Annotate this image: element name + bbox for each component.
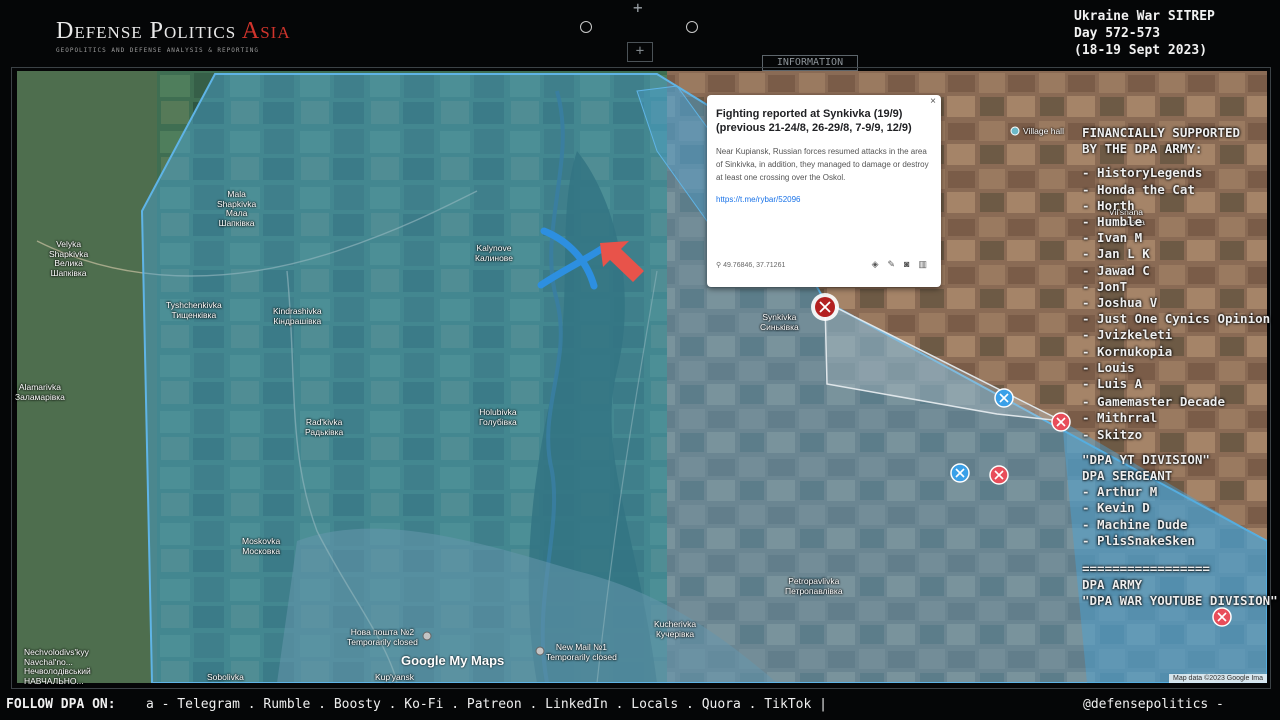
paint-bucket-icon[interactable]: ◈ xyxy=(872,259,879,270)
supporter-name: - Joshua V xyxy=(1082,295,1158,311)
sitrep-line: Day 572-573 xyxy=(1074,26,1161,41)
footer-follow-label: FOLLOW DPA ON: xyxy=(6,697,116,712)
supporter-name: - HistoryLegends xyxy=(1082,165,1203,181)
supporters-divider: ================= xyxy=(1082,561,1210,577)
popup-toolbar: ◈ ✎ ◙ ▥ xyxy=(872,259,927,270)
footer-bar: FOLLOW DPA ON: a - Telegram . Rumble . B… xyxy=(0,690,1280,720)
clash-marker-blue-icon[interactable] xyxy=(950,463,970,483)
place-label: Synkivka Синьківка xyxy=(760,312,799,332)
yt-division-heading: "DPA YT DIVISION" xyxy=(1082,451,1210,467)
brand-accent-text: Asia xyxy=(241,18,291,44)
supporter-name: - Humble xyxy=(1082,214,1143,230)
map-svg xyxy=(17,71,1267,683)
supporter-name: - Just One Cynics Opinion xyxy=(1082,311,1271,327)
supporters-heading: FINANCIALLY SUPPORTED xyxy=(1082,125,1241,140)
place-label: Kuchеrivka Кучерівка xyxy=(654,619,697,639)
brand-main-text: Defense Politics xyxy=(56,18,237,44)
map-attribution: Map data ©2023 Google Ima xyxy=(1169,674,1267,683)
sitrep-line: Ukraine War SITREP xyxy=(1074,9,1215,24)
coordinates-text: 49.76846, 37.71261 xyxy=(723,262,786,269)
brand-logo: Defense Politics Asia GEOPOLITICS AND DE… xyxy=(56,18,291,54)
clash-marker-blue-icon[interactable] xyxy=(994,388,1014,408)
supporter-name: - Gamemaster Decade xyxy=(1082,394,1225,410)
supporter-name: - Skitzo xyxy=(1082,426,1143,442)
popup-close-button[interactable]: × xyxy=(930,96,936,107)
war-youtube-division-heading: "DPA WAR YOUTUBE DIVISION" xyxy=(1082,593,1278,609)
poi-pin-icon[interactable] xyxy=(535,646,545,656)
place-label: Nechvolodivs'kyy Navchal'no... Нечволодівс… xyxy=(24,647,91,686)
hud-plus-box-icon: + xyxy=(627,42,653,62)
place-label: Kalynove Калинове xyxy=(475,243,513,263)
supporter-name: - Machine Dude xyxy=(1082,516,1188,532)
google-my-maps-logo: Google My Maps xyxy=(401,653,505,668)
place-label: Alamarivka Заламарівка xyxy=(15,382,65,402)
place-label: Petropavlivka Петропавлівка xyxy=(785,576,843,596)
place-label: Rad'kivka Радьківка xyxy=(305,417,344,437)
place-label: Kindrashivka Кіндрашівка xyxy=(273,306,322,326)
place-label: Tyshchenkivka Тищенківка xyxy=(166,300,222,320)
supporters-list: FINANCIALLY SUPPORTED BY THE DPA ARMY: -… xyxy=(1082,125,1280,665)
supporter-name: - Kornukopia xyxy=(1082,343,1173,359)
popup-title: Fighting reported at Synkivka (19/9) (pr… xyxy=(716,108,912,134)
poi-label: Village hall xyxy=(1023,126,1064,136)
place-label: Moskovka Московка xyxy=(242,536,281,556)
brand-tagline: GEOPOLITICS AND DEFENSE ANALYSIS & REPOR… xyxy=(56,47,259,54)
clash-marker-synkivka-selected-icon[interactable] xyxy=(811,293,839,321)
brand-name: Defense Politics Asia xyxy=(56,18,291,45)
sitrep-title: Ukraine War SITREP Day 572-573 (18-19 Se… xyxy=(1074,8,1234,59)
supporters-heading: BY THE DPA ARMY: xyxy=(1082,141,1203,157)
dpa-army-heading: DPA ARMY xyxy=(1082,577,1143,593)
feature-popup: × Fighting reported at Synkivka (19/9) (… xyxy=(707,95,941,287)
edit-pencil-icon[interactable]: ✎ xyxy=(888,259,896,270)
supporter-name: - Louis xyxy=(1082,359,1135,375)
clash-marker-red-icon[interactable] xyxy=(1051,412,1071,432)
village-hall-pin-icon[interactable] xyxy=(1010,126,1020,136)
place-label: Sobolivka xyxy=(207,672,244,682)
popup-footer: ⚲ 49.76846, 37.71261 ◈ ✎ ◙ ▥ xyxy=(716,259,927,273)
hud-circle-left-icon xyxy=(580,21,592,33)
poi-pin-icon[interactable] xyxy=(422,631,432,641)
supporter-name: - Luis A xyxy=(1082,376,1143,392)
supporter-name: - Arthur M xyxy=(1082,484,1158,500)
popup-coordinates: ⚲ 49.76846, 37.71261 xyxy=(716,261,785,269)
supporter-name: - Kevin D xyxy=(1082,500,1150,516)
supporter-name: - Honda the Cat xyxy=(1082,181,1195,197)
supporter-name: - Jawad C xyxy=(1082,262,1150,278)
popup-source-link[interactable]: https://t.me/rybar/52096 xyxy=(716,195,932,204)
footer-handle: @defensepolitics - xyxy=(1083,697,1224,712)
place-label: Mala Shapkivka Мала Шапківка xyxy=(217,189,257,228)
place-label: Velyka Shapkivka Велика Шапківка xyxy=(49,239,89,278)
supporter-name: - Horth xyxy=(1082,197,1135,213)
supporter-name: - Jvizkeleti xyxy=(1082,327,1173,343)
hud-crosshair-icon: + xyxy=(633,0,643,17)
hud-circle-right-icon xyxy=(686,21,698,33)
clash-marker-red-icon[interactable] xyxy=(989,465,1009,485)
poi-label: Нова пошта №2 Temporarily closed xyxy=(347,627,418,647)
supporter-name: - PlisSnakeSken xyxy=(1082,532,1195,548)
supporter-name: - Jan L K xyxy=(1082,246,1150,262)
supporter-name: - JonT xyxy=(1082,278,1128,294)
camera-icon[interactable]: ◙ xyxy=(904,259,909,270)
sitrep-line: (18-19 Sept 2023) xyxy=(1074,43,1208,58)
footer-platforms: a - Telegram . Rumble . Boosty . Ko-Fi .… xyxy=(146,697,827,712)
delete-trash-icon[interactable]: ▥ xyxy=(918,259,927,270)
yt-division-heading: DPA SERGEANT xyxy=(1082,468,1173,484)
map-canvas[interactable]: Mala Shapkivka Мала Шапківка Velyka Shapkivk… xyxy=(15,71,1267,686)
supporter-name: - Mithrral xyxy=(1082,410,1158,426)
poi-label: New Mail №1 Temporarily closed xyxy=(546,642,617,662)
popup-description: Near Kupiansk, Russian forces resumed at… xyxy=(716,147,929,182)
place-label: Kup'yansk xyxy=(375,672,414,682)
place-label: Holubivka Голубівка xyxy=(479,407,517,427)
supporter-name: - Ivan M xyxy=(1082,230,1143,246)
